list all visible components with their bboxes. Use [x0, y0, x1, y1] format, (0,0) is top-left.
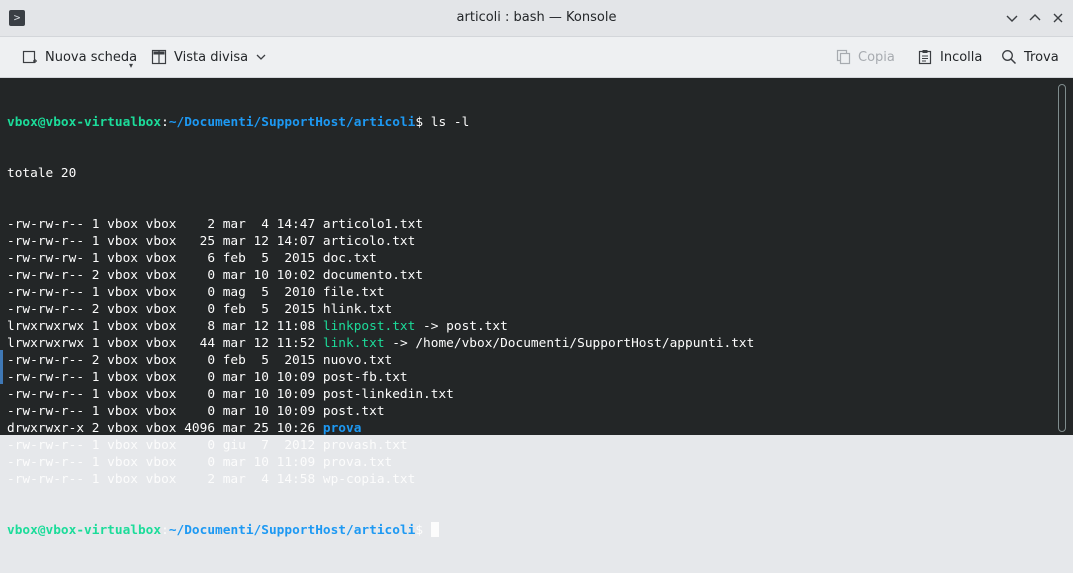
- file-meta: lrwxrwxrwx 1 vbox vbox 44 mar 12 11:52: [7, 336, 323, 351]
- file-name: documento.txt: [322, 268, 424, 283]
- title-bar[interactable]: > articoli : bash — Konsole: [0, 0, 1073, 37]
- file-name: nuovo.txt: [322, 353, 393, 368]
- prompt-path: ~/Documenti/SupportHost/articoli: [168, 115, 416, 130]
- list-item: -rw-rw-r-- 1 vbox vbox 2 mar 4 14:58 wp-…: [7, 471, 754, 488]
- chevron-down-icon: [1006, 15, 1018, 22]
- file-name: wp-copia.txt: [322, 472, 416, 487]
- find-label: Trova: [1024, 49, 1059, 65]
- file-meta: -rw-rw-r-- 1 vbox vbox 0 mag 5 2010: [7, 285, 323, 300]
- file-meta: -rw-rw-r-- 2 vbox vbox 0 feb 5 2015: [7, 302, 323, 317]
- list-item: -rw-rw-r-- 2 vbox vbox 0 feb 5 2015 nuov…: [7, 352, 754, 369]
- find-button[interactable]: Trova: [1001, 37, 1059, 77]
- link-target: -> /home/vbox/Documenti/SupportHost/appu…: [384, 336, 755, 351]
- scrollbar[interactable]: [1058, 84, 1066, 432]
- terminal-area[interactable]: vbox@vbox-virtualbox:~/Documenti/Support…: [0, 78, 1073, 538]
- paste-icon: [918, 50, 932, 65]
- file-name: articolo.txt: [322, 234, 416, 249]
- prompt-separator: :: [161, 115, 169, 130]
- list-item: -rw-rw-r-- 1 vbox vbox 0 mar 10 10:09 po…: [7, 386, 754, 403]
- paste-button[interactable]: Incolla: [917, 37, 982, 77]
- list-item: -rw-rw-r-- 2 vbox vbox 0 feb 5 2015 hlin…: [7, 301, 754, 318]
- list-item: -rw-rw-rw- 1 vbox vbox 6 feb 5 2015 doc.…: [7, 250, 754, 267]
- list-item: -rw-rw-r-- 1 vbox vbox 0 mar 10 11:09 pr…: [7, 454, 754, 471]
- file-name: prova: [322, 421, 362, 436]
- prompt-line: vbox@vbox-virtualbox:~/Documenti/Support…: [7, 114, 754, 131]
- file-meta: -rw-rw-r-- 1 vbox vbox 0 mar 10 10:09: [7, 370, 323, 385]
- file-name: link.txt: [322, 336, 385, 351]
- file-meta: -rw-rw-r-- 1 vbox vbox 2 mar 4 14:47: [7, 217, 323, 232]
- konsole-window: > articoli : bash — Konsole Nuova scheda…: [0, 0, 1073, 538]
- file-meta: -rw-rw-r-- 2 vbox vbox 0 mar 10 10:02: [7, 268, 323, 283]
- file-meta: -rw-rw-r-- 1 vbox vbox 0 giu 7 2012: [7, 438, 323, 453]
- file-name: linkpost.txt: [322, 319, 416, 334]
- paste-label: Incolla: [940, 49, 983, 65]
- search-icon: [1002, 50, 1017, 65]
- file-name: provash.txt: [322, 438, 408, 453]
- restore-icon: [1029, 14, 1041, 21]
- total-line: totale 20: [7, 166, 77, 181]
- list-item: -rw-rw-r-- 1 vbox vbox 0 mag 5 2010 file…: [7, 284, 754, 301]
- list-item: lrwxrwxrwx 1 vbox vbox 44 mar 12 11:52 l…: [7, 335, 754, 352]
- text-cursor: [430, 522, 439, 537]
- list-item: -rw-rw-r-- 1 vbox vbox 0 mar 10 10:09 po…: [7, 369, 754, 386]
- chevron-down-icon[interactable]: ▾: [129, 61, 133, 70]
- command-text: ls -l: [423, 115, 470, 130]
- file-meta: -rw-rw-rw- 1 vbox vbox 6 feb 5 2015: [7, 251, 323, 266]
- close-button[interactable]: [1048, 8, 1068, 28]
- split-view-button[interactable]: Vista divisa: [151, 37, 267, 77]
- scroll-marker: [0, 350, 3, 384]
- terminal-output: vbox@vbox-virtualbox:~/Documenti/Support…: [7, 80, 754, 573]
- split-view-icon: [151, 49, 167, 65]
- file-name: post.txt: [322, 404, 385, 419]
- prompt-user: vbox@vbox-virtualbox: [7, 115, 162, 130]
- minimize-button[interactable]: [1002, 8, 1022, 28]
- file-name: doc.txt: [322, 251, 377, 266]
- window-title: articoli : bash — Konsole: [456, 10, 617, 25]
- file-meta: -rw-rw-r-- 1 vbox vbox 0 mar 10 10:09: [7, 404, 323, 419]
- new-tab-icon: [22, 50, 37, 64]
- file-name: post-fb.txt: [322, 370, 408, 385]
- link-target: -> post.txt: [415, 319, 508, 334]
- list-item: lrwxrwxrwx 1 vbox vbox 8 mar 12 11:08 li…: [7, 318, 754, 335]
- chevron-down-icon: [256, 54, 266, 60]
- prompt-line: vbox@vbox-virtualbox:~/Documenti/Support…: [7, 522, 754, 539]
- file-meta: -rw-rw-r-- 2 vbox vbox 0 feb 5 2015: [7, 353, 323, 368]
- new-tab-button[interactable]: Nuova scheda: [22, 37, 137, 77]
- file-name: post-linkedin.txt: [322, 387, 454, 402]
- file-meta: -rw-rw-r-- 1 vbox vbox 0 mar 10 10:09: [7, 387, 323, 402]
- file-name: articolo1.txt: [322, 217, 424, 232]
- list-item: -rw-rw-r-- 1 vbox vbox 0 giu 7 2012 prov…: [7, 437, 754, 454]
- split-view-label: Vista divisa: [174, 49, 249, 65]
- file-name: prova.txt: [322, 455, 393, 470]
- prompt-symbol: $: [415, 115, 424, 130]
- list-item: -rw-rw-r-- 2 vbox vbox 0 mar 10 10:02 do…: [7, 267, 754, 284]
- new-tab-label: Nuova scheda: [45, 49, 138, 65]
- copy-icon: [836, 49, 851, 65]
- file-meta: -rw-rw-r-- 1 vbox vbox 0 mar 10 11:09: [7, 455, 323, 470]
- list-item: -rw-rw-r-- 1 vbox vbox 25 mar 12 14:07 a…: [7, 233, 754, 250]
- copy-label: Copia: [858, 49, 895, 65]
- close-icon: [1053, 13, 1063, 23]
- toolbar: Nuova scheda ▾ Vista divisa Copia Incoll…: [0, 37, 1073, 78]
- list-item: -rw-rw-r-- 1 vbox vbox 2 mar 4 14:47 art…: [7, 216, 754, 233]
- maximize-button[interactable]: [1025, 8, 1045, 28]
- file-meta: drwxrwxr-x 2 vbox vbox 4096 mar 25 10:26: [7, 421, 323, 436]
- file-meta: -rw-rw-r-- 1 vbox vbox 2 mar 4 14:58: [7, 472, 323, 487]
- file-name: hlink.txt: [322, 302, 393, 317]
- copy-button[interactable]: Copia: [835, 37, 895, 77]
- list-item: -rw-rw-r-- 1 vbox vbox 0 mar 10 10:09 po…: [7, 403, 754, 420]
- prompt-user: vbox@vbox-virtualbox: [7, 523, 162, 538]
- prompt-path: ~/Documenti/SupportHost/articoli: [168, 523, 416, 538]
- prompt-symbol: $: [415, 523, 424, 538]
- file-name: file.txt: [322, 285, 385, 300]
- list-item: drwxrwxr-x 2 vbox vbox 4096 mar 25 10:26…: [7, 420, 754, 437]
- file-meta: lrwxrwxrwx 1 vbox vbox 8 mar 12 11:08: [7, 319, 323, 334]
- prompt-separator: :: [161, 523, 169, 538]
- listing: -rw-rw-r-- 1 vbox vbox 2 mar 4 14:47 art…: [7, 216, 754, 488]
- file-meta: -rw-rw-r-- 1 vbox vbox 25 mar 12 14:07: [7, 234, 323, 249]
